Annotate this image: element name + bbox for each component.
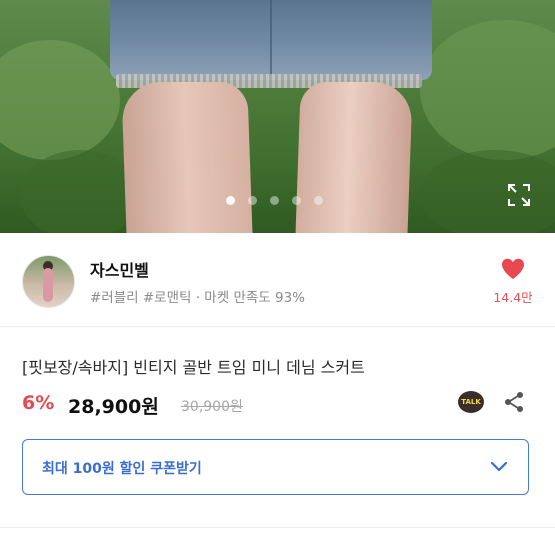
carousel-dot[interactable] (292, 196, 301, 205)
right-leg (295, 82, 413, 233)
chevron-down-icon (490, 461, 508, 472)
expand-icon[interactable] (506, 182, 532, 208)
skirt-seam (270, 0, 272, 75)
carousel-dot[interactable] (226, 196, 235, 205)
left-leg (121, 82, 253, 233)
product-title: [핏보장/속바지] 빈티지 골반 트임 미니 데님 스커트 (22, 358, 365, 377)
carousel-dot[interactable] (248, 196, 257, 205)
share-icon[interactable] (502, 390, 526, 414)
divider (0, 326, 555, 327)
carousel-dot[interactable] (270, 196, 279, 205)
original-price: 30,900원 (181, 399, 243, 415)
grass-texture (420, 20, 555, 160)
seller-info[interactable]: 자스민벨 #러블리 #로맨틱 · 마켓 만족도 93% 14.4만 (0, 233, 555, 326)
coupon-download-button[interactable]: 최대 100원 할인 쿠폰받기 (22, 439, 529, 495)
discount-rate: 6% (22, 392, 55, 414)
seller-name[interactable]: 자스민벨 (90, 257, 149, 281)
coupon-label: 최대 100원 할인 쿠폰받기 (42, 461, 202, 477)
grass-texture (20, 150, 140, 233)
heart-icon[interactable] (500, 257, 526, 281)
sale-price: 28,900원 (68, 396, 159, 418)
grass-texture (0, 40, 120, 160)
avatar-figure (43, 268, 53, 302)
product-image[interactable] (0, 0, 555, 233)
talk-button[interactable]: TALK (458, 391, 484, 413)
carousel-dot[interactable] (314, 196, 323, 205)
divider (0, 527, 555, 528)
seller-tags: #러블리 #로맨틱 · 마켓 만족도 93% (90, 290, 305, 306)
grass-texture (420, 150, 555, 233)
carousel-indicator (226, 196, 323, 205)
seller-avatar[interactable] (22, 255, 75, 308)
like-count: 14.4만 (493, 290, 533, 305)
